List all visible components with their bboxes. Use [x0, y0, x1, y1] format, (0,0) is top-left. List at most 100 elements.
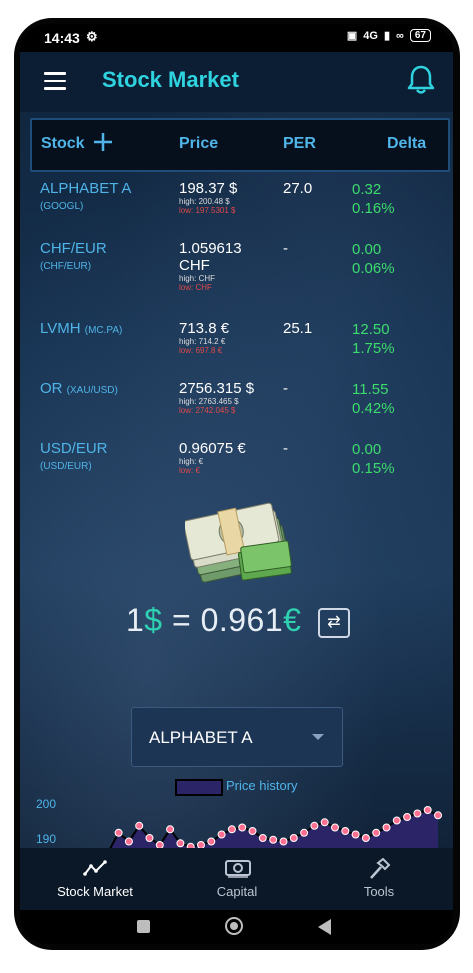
delta-percent: 0.16% [352, 200, 395, 217]
stock-price: 713.8 € [179, 320, 230, 337]
stock-ticker: (USD/EUR) [40, 461, 92, 472]
stock-delta: 0.00 0.06% [352, 240, 395, 278]
stock-name: OR [40, 380, 63, 397]
chart-point [207, 837, 216, 846]
chart-point [372, 828, 381, 837]
chart-point [310, 821, 319, 830]
stock-ticker: (CHF/EUR) [40, 261, 92, 272]
stock-low: low: 697.8 € [179, 346, 223, 355]
price-history-chart [109, 806, 442, 848]
chart-point [289, 834, 298, 842]
chart-point [166, 825, 175, 834]
delta-absolute: 0.00 [352, 441, 382, 458]
nav-label: Tools [363, 884, 395, 899]
rate-right-amount: 0.961 [200, 602, 284, 638]
money-stack-icon [185, 502, 292, 583]
chart-point [413, 809, 422, 818]
stock-price: 2756.315 $ [179, 380, 255, 397]
header-stock: Stock [41, 135, 85, 152]
delta-percent: 0.15% [352, 460, 395, 477]
status-icons: ▣ 4G ▮ ∞ 67 [347, 29, 431, 42]
stock-delta: 0.32 0.16% [352, 180, 395, 218]
chart-point [176, 839, 185, 848]
stock-price: 198.37 $ [179, 180, 238, 197]
home-icon[interactable] [225, 917, 243, 935]
stock-name: CHF/EUR [40, 240, 107, 257]
stock-row[interactable]: OR (XAU/USD) 2756.315 $ high: 2763.465 $… [20, 380, 453, 440]
delta-absolute: 0.32 [352, 181, 382, 198]
stock-name: LVMH [40, 320, 81, 337]
chart-point [217, 830, 226, 839]
header-per: PER [283, 135, 316, 152]
chart-point [124, 837, 133, 846]
add-stock-icon[interactable] [92, 131, 114, 153]
notification-bell-icon[interactable] [407, 64, 435, 96]
status-time: 14:43 [44, 30, 80, 46]
chart-point [434, 811, 442, 820]
stock-price-currency: CHF [179, 257, 210, 274]
back-icon[interactable] [318, 919, 331, 935]
stock-selector-dropdown[interactable]: ALPHABET A [131, 707, 343, 767]
chart-point [351, 830, 360, 839]
swap-arrows-icon: ⇄ [327, 614, 341, 631]
chart-point [238, 823, 247, 832]
cash-icon [225, 860, 251, 878]
delta-absolute: 11.55 [352, 381, 389, 398]
nav-item-tools[interactable]: Tools [309, 848, 449, 910]
swap-currency-button[interactable]: ⇄ [318, 608, 350, 638]
stock-row[interactable]: LVMH (MC.PA) 713.8 € high: 714.2 € low: … [20, 320, 453, 380]
stock-ticker: (MC.PA) [84, 325, 123, 336]
stock-per: - [283, 380, 288, 397]
stock-delta: 11.55 0.42% [352, 380, 395, 418]
stock-price-cell: 198.37 $ high: 200.48 $ low: 197.5301 $ [179, 180, 279, 215]
stock-row[interactable]: USD/EUR (USD/EUR) 0.96075 € high: € low:… [20, 440, 453, 500]
chart-point [258, 834, 267, 842]
status-bar: 14:43 ⚙ ▣ 4G ▮ ∞ 67 [20, 24, 453, 52]
app-bar: Stock Market [20, 52, 453, 112]
delta-absolute: 12.50 [352, 321, 390, 338]
delta-percent: 1.75% [352, 340, 395, 357]
stock-name: ALPHABET A [40, 180, 132, 197]
chart-point [403, 813, 412, 821]
stock-per: 25.1 [283, 320, 313, 337]
stock-price-cell: 713.8 € high: 714.2 € low: 697.8 € [179, 320, 279, 355]
stock-low: low: CHF [179, 283, 212, 292]
settings-gear-icon: ⚙ [86, 29, 98, 44]
rate-right-symbol: € [283, 602, 302, 638]
nav-item-capital[interactable]: Capital [167, 848, 307, 910]
nav-item-stock-market[interactable]: Stock Market [25, 848, 165, 910]
rate-equals: = [162, 602, 201, 638]
chart-point [361, 834, 370, 842]
header-price: Price [179, 135, 219, 152]
stock-name-line: OR (XAU/USD) [40, 380, 118, 397]
stock-price: 0.96075 € [179, 440, 246, 457]
legend-label: Price history [226, 778, 298, 793]
chart-point [135, 821, 144, 830]
chart-point [227, 825, 236, 834]
stock-row[interactable]: CHF/EUR (CHF/EUR) 1.059613 CHF high: CHF… [20, 240, 453, 300]
chart-point [248, 827, 257, 835]
chart-point [279, 837, 288, 846]
recent-apps-icon[interactable] [137, 920, 150, 933]
stock-ticker: (GOOGL) [40, 201, 84, 212]
stock-row[interactable]: ALPHABET A (GOOGL) 198.37 $ high: 200.48… [20, 180, 453, 240]
rate-left-amount: 1 [126, 602, 145, 638]
stock-delta: 0.00 0.15% [352, 440, 395, 478]
chart-point [331, 823, 339, 832]
stock-high: high: 2763.465 $ [179, 397, 239, 406]
currency-rate: 1$ = 0.961€ [126, 602, 301, 639]
chart-point [392, 816, 401, 825]
delta-percent: 0.42% [352, 400, 395, 417]
signal-icon: ▮ [383, 30, 391, 42]
chart-point [145, 834, 154, 842]
stock-high: high: 714.2 € [179, 337, 226, 346]
app-screen: 14:43 ⚙ ▣ 4G ▮ ∞ 67 Stock Market Stock P… [20, 24, 453, 944]
stock-price: 1.059613 [179, 240, 242, 257]
app-title: Stock Market [102, 67, 239, 92]
hamburger-menu-icon[interactable] [44, 72, 66, 90]
system-navigation-bar [20, 910, 453, 944]
rate-left-symbol: $ [144, 602, 163, 638]
battery-indicator: 67 [409, 29, 431, 42]
stock-low: low: 2742.045 $ [179, 406, 236, 415]
stock-name: USD/EUR [40, 440, 108, 457]
